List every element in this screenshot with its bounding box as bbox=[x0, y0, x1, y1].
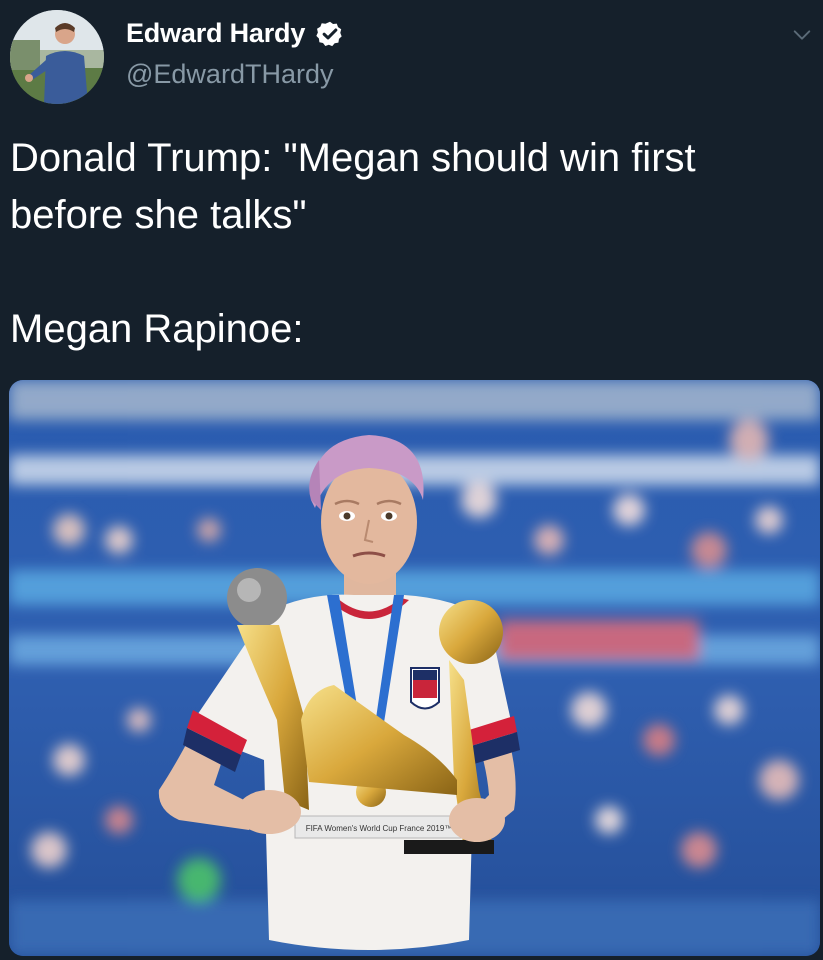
tweet-photo[interactable]: FIFA Women's World Cup France 2019™ bbox=[9, 380, 820, 956]
verified-badge-icon bbox=[315, 21, 342, 46]
tweet-header: Edward Hardy @EdwardTHardy bbox=[10, 10, 813, 105]
tweet-text: Donald Trump: "Megan should win first be… bbox=[10, 136, 696, 351]
chevron-down-icon[interactable] bbox=[791, 24, 813, 46]
avatar[interactable] bbox=[10, 10, 104, 104]
author-handle[interactable]: @EdwardTHardy bbox=[126, 59, 344, 90]
trophy-plaque-text: FIFA Women's World Cup France 2019™ bbox=[306, 824, 453, 833]
profile-photo-icon bbox=[10, 10, 104, 104]
author-block: Edward Hardy @EdwardTHardy bbox=[126, 18, 344, 90]
tweet-card: Edward Hardy @EdwardTHardy Donald Trump:… bbox=[0, 0, 823, 960]
photo-illustration: FIFA Women's World Cup France 2019™ bbox=[9, 380, 820, 956]
display-name[interactable]: Edward Hardy bbox=[126, 18, 305, 49]
